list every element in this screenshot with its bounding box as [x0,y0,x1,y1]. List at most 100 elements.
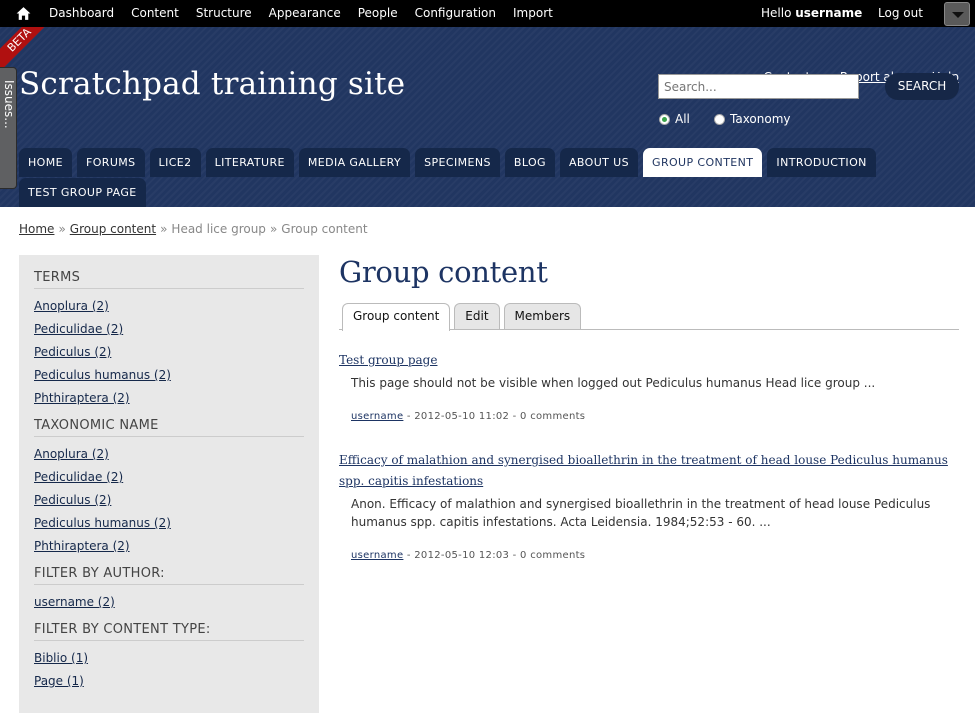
facet-link[interactable]: Phthiraptera (2) [34,391,130,405]
tab-members[interactable]: Members [503,303,582,329]
admin-toolbar: Dashboard Content Structure Appearance P… [0,0,975,27]
beta-label: BETA [0,27,44,67]
home-icon[interactable] [15,5,32,22]
facet-link[interactable]: Pediculus (2) [34,493,111,507]
facet-link[interactable]: Anoplura (2) [34,299,109,313]
radio-selected-icon[interactable] [659,113,670,125]
facet-link[interactable]: Phthiraptera (2) [34,539,130,553]
content-item: Test group page This page should not be … [339,350,959,422]
content-title: Efficacy of malathion and synergised bio… [339,450,959,492]
radio-all[interactable]: All [659,112,690,126]
breadcrumb-separator: » [269,222,278,236]
author-link[interactable]: username [351,550,403,561]
facet-title: TAXONOMIC NAME [34,418,304,437]
facet-link[interactable]: Anoplura (2) [34,447,109,461]
list-item: username (2) [34,591,304,614]
facet-taxonomic-name: TAXONOMIC NAME Anoplura (2) Pediculidae … [34,418,304,558]
nav-forums[interactable]: FORUMS [76,148,145,177]
list-item: Biblio (1) [34,647,304,670]
nav-literature[interactable]: LITERATURE [205,148,294,177]
facet-link[interactable]: Pediculus humanus (2) [34,516,171,530]
page-title: Group content [339,255,548,289]
facet-link[interactable]: Biblio (1) [34,651,88,665]
content-title: Test group page [339,350,959,371]
facet-link[interactable]: Page (1) [34,674,84,688]
content-meta-text: - 2012-05-10 12:03 - 0 comments [403,550,586,561]
breadcrumb-separator: » [58,222,66,236]
nav-lice2[interactable]: LICE2 [149,148,201,177]
username-link[interactable]: username [795,6,862,20]
facet-link[interactable]: Pediculus humanus (2) [34,368,171,382]
admin-menu-structure[interactable]: Structure [187,0,260,27]
logout-link[interactable]: Log out [878,0,923,27]
breadcrumb-group-content[interactable]: Group content [70,222,156,236]
main-content: Group content Group content Edit Members… [339,255,959,561]
list-item: Anoplura (2) [34,295,304,318]
list-item: Pediculidae (2) [34,318,304,341]
list-item: Pediculus humanus (2) [34,512,304,535]
list-item: Phthiraptera (2) [34,387,304,410]
content-title-link[interactable]: Efficacy of malathion and synergised bio… [339,453,948,488]
radio-unselected-icon[interactable] [714,113,725,125]
admin-menu: Dashboard Content Structure Appearance P… [40,0,561,27]
author-link[interactable]: username [351,411,403,422]
list-item: Phthiraptera (2) [34,535,304,558]
list-item: Anoplura (2) [34,443,304,466]
tab-edit[interactable]: Edit [454,303,500,329]
main-nav-row2: TEST GROUP PAGE [19,178,949,207]
nav-test-group-page[interactable]: TEST GROUP PAGE [19,178,146,207]
list-item: Page (1) [34,670,304,693]
facet-link[interactable]: Pediculidae (2) [34,322,123,336]
search-button[interactable]: SEARCH [885,73,959,100]
facet-title: FILTER BY AUTHOR: [34,566,304,585]
admin-menu-content[interactable]: Content [122,0,187,27]
facet-link[interactable]: Pediculidae (2) [34,470,123,484]
breadcrumb-head-lice-group: Head lice group [171,222,266,236]
content-meta-text: - 2012-05-10 11:02 - 0 comments [403,411,586,422]
facet-terms: TERMS Anoplura (2) Pediculidae (2) Pedic… [34,270,304,410]
site-name[interactable]: Scratchpad training site [19,66,405,102]
breadcrumb-separator: » [160,222,168,236]
nav-home[interactable]: HOME [19,148,72,177]
breadcrumb-home[interactable]: Home [19,222,54,236]
radio-taxonomy[interactable]: Taxonomy [714,112,791,126]
list-item: Pediculus humanus (2) [34,364,304,387]
nav-blog[interactable]: BLOG [504,148,555,177]
nav-media-gallery[interactable]: MEDIA GALLERY [298,148,411,177]
radio-taxonomy-label: Taxonomy [730,112,791,126]
content-item: Efficacy of malathion and synergised bio… [339,450,959,561]
content-title-link[interactable]: Test group page [339,353,437,367]
tab-group-content[interactable]: Group content [342,303,451,331]
nav-specimens[interactable]: SPECIMENS [415,148,500,177]
main-nav: HOME FORUMS LICE2 LITERATURE MEDIA GALLE… [19,148,949,177]
facet-link[interactable]: Pediculus (2) [34,345,111,359]
content-teaser: Anon. Efficacy of malathion and synergis… [351,497,931,529]
content-teaser: This page should not be visible when log… [351,376,876,390]
admin-menu-configuration[interactable]: Configuration [406,0,504,27]
nav-group-content[interactable]: GROUP CONTENT [643,148,763,177]
content-meta: username - 2012-05-10 12:03 - 0 comments [351,550,959,561]
nav-about-us[interactable]: ABOUT US [559,148,639,177]
user-greeting: Hello username [761,0,862,27]
site-header: Contact us Report abuse Help Scratchpad … [0,27,975,207]
issues-tab[interactable]: Issues... [0,67,17,189]
list-item: Pediculidae (2) [34,466,304,489]
breadcrumb-current: Group content [281,222,368,236]
toolbar-toggle-button[interactable] [944,2,970,26]
facet-link[interactable]: username (2) [34,595,115,609]
admin-menu-people[interactable]: People [349,0,406,27]
facet-title: FILTER BY CONTENT TYPE: [34,622,304,641]
admin-menu-dashboard[interactable]: Dashboard [40,0,122,27]
local-tabs: Group content Edit Members [339,303,959,331]
content-meta: username - 2012-05-10 11:02 - 0 comments [351,411,959,422]
radio-all-label: All [675,112,690,126]
nav-introduction[interactable]: INTRODUCTION [767,148,876,177]
admin-menu-import[interactable]: Import [504,0,561,27]
issues-label: Issues... [2,80,16,129]
facet-title: TERMS [34,270,304,289]
sidebar: TERMS Anoplura (2) Pediculidae (2) Pedic… [19,255,319,713]
search-input[interactable] [658,74,859,99]
admin-menu-appearance[interactable]: Appearance [260,0,349,27]
greeting-prefix: Hello [761,6,796,20]
list-item: Pediculus (2) [34,489,304,512]
